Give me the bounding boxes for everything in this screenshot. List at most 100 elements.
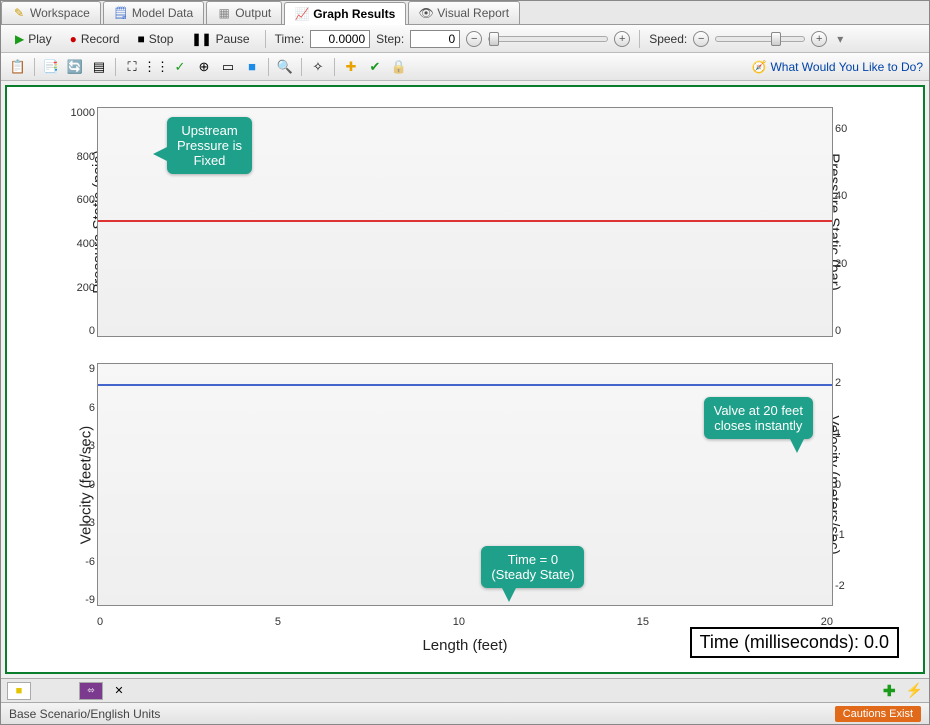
battery-icon: ▭ <box>222 59 234 75</box>
lock-button[interactable]: 🔒 <box>388 56 410 78</box>
tick: -6 <box>57 556 95 568</box>
check-button[interactable]: ✓ <box>169 56 191 78</box>
tick: 0 <box>57 479 95 491</box>
tab-model-data[interactable]: 🗒 Model Data <box>103 1 204 24</box>
record-button[interactable]: ● Record <box>64 29 126 49</box>
tick: -1 <box>835 529 873 541</box>
separator <box>334 58 335 76</box>
pressure-line <box>98 220 832 222</box>
pressure-chart: Pressure Static (psia) Pressure Static (… <box>57 97 873 347</box>
tab-label: Graph Results <box>313 7 395 21</box>
close-bottom-tab[interactable]: ✕ <box>107 682 131 700</box>
scenario-text: Base Scenario/English Units <box>9 707 160 721</box>
lightning-button[interactable]: ⚡ <box>906 682 923 699</box>
tick: 0 <box>835 325 873 337</box>
color-button[interactable]: ■ <box>241 56 263 78</box>
tab-workspace[interactable]: ✎ Workspace <box>1 1 101 24</box>
add-button[interactable]: ✚ <box>340 56 362 78</box>
add-icon: ✚ <box>346 59 357 75</box>
callout-text: Pressure is <box>177 138 242 153</box>
time-display: Time (milliseconds): 0.0 <box>690 627 899 658</box>
tab-label: Model Data <box>132 6 193 20</box>
callout-upstream: Upstream Pressure is Fixed <box>167 117 252 174</box>
tick: 1000 <box>57 107 95 119</box>
tick: 800 <box>57 151 95 163</box>
caution-text: Cautions Exist <box>843 708 913 720</box>
tick: 3 <box>57 440 95 452</box>
step-slider[interactable] <box>488 36 608 42</box>
tab-label: Output <box>235 6 271 20</box>
step-input[interactable] <box>410 30 460 48</box>
tick: -2 <box>835 580 873 592</box>
pause-button[interactable]: ❚❚ Pause <box>185 29 255 49</box>
target-button[interactable]: ⊕ <box>193 56 215 78</box>
apply-button[interactable]: ✔ <box>364 56 386 78</box>
velocity-chart: Velocity (feet/sec) Velocity (meters/sec… <box>57 353 873 616</box>
help-link[interactable]: 🧭 What Would You Like to Do? <box>752 60 924 74</box>
grid-dots-icon: ⋮⋮ <box>143 59 169 75</box>
tab-visual-report[interactable]: 👁 Visual Report <box>408 1 520 24</box>
crop-button[interactable]: ⛶ <box>121 56 143 78</box>
grid-dots-button[interactable]: ⋮⋮ <box>145 56 167 78</box>
plus-icon: + <box>816 33 822 45</box>
magnifier-icon: 🔍 <box>277 59 293 75</box>
speed-slider[interactable] <box>715 36 805 42</box>
tab-output[interactable]: ▦ Output <box>206 1 282 24</box>
tick: 400 <box>57 238 95 250</box>
minus-icon: − <box>698 33 704 45</box>
speed-plus-button[interactable]: + <box>811 31 827 47</box>
tick: 0 <box>57 325 95 337</box>
tick: 60 <box>835 123 873 135</box>
tab-graph-results[interactable]: 📈 Graph Results <box>284 2 406 25</box>
separator <box>301 58 302 76</box>
tick: 9 <box>57 363 95 375</box>
status-bar: Base Scenario/English Units Cautions Exi… <box>1 702 929 724</box>
time-input[interactable] <box>310 30 370 48</box>
tick: 20 <box>835 258 873 270</box>
slider-thumb[interactable] <box>489 32 499 46</box>
dropdown-arrow-icon[interactable]: ▾ <box>837 32 843 46</box>
notes-icon: 🗒 <box>114 6 128 20</box>
velocity-line <box>98 384 832 386</box>
y-ticks-left: 1000 800 600 400 200 0 <box>57 107 95 337</box>
caution-badge[interactable]: Cautions Exist <box>835 706 921 722</box>
bottom-tabs: ■ ⬄ ✕ ✚ ⚡ <box>1 678 929 702</box>
chart-icon: 📈 <box>295 7 309 21</box>
copy-button[interactable]: 📑 <box>40 56 62 78</box>
speed-label: Speed: <box>649 32 687 46</box>
icon-toolbar: 📋 📑 🔄 ▤ ⛶ ⋮⋮ ✓ ⊕ ▭ ■ 🔍 ✧ ✚ ✔ 🔒 🧭 What Wo… <box>1 53 929 81</box>
wand-icon: ✧ <box>313 59 324 75</box>
pause-label: Pause <box>216 32 250 46</box>
stop-button[interactable]: ■ Stop <box>132 29 180 49</box>
bottom-tab-yellow[interactable]: ■ <box>7 682 31 700</box>
callout-text: Valve at 20 feet <box>714 403 803 418</box>
play-button[interactable]: ▶ Play <box>9 29 58 49</box>
list-icon: ▤ <box>93 59 105 75</box>
tab-label: Visual Report <box>437 6 509 20</box>
tick: 0 <box>835 479 873 491</box>
refresh-button[interactable]: 🔄 <box>64 56 86 78</box>
y-ticks-left: 9 6 3 0 -3 -6 -9 <box>57 363 95 606</box>
list-button[interactable]: ▤ <box>88 56 110 78</box>
zoom-button[interactable]: 🔍 <box>274 56 296 78</box>
tick: -3 <box>57 517 95 529</box>
step-minus-button[interactable]: − <box>466 31 482 47</box>
battery-button[interactable]: ▭ <box>217 56 239 78</box>
target-icon: ⊕ <box>199 59 210 75</box>
speed-minus-button[interactable]: − <box>693 31 709 47</box>
help-icon: 🧭 <box>752 60 767 74</box>
play-icon: ▶ <box>15 32 24 46</box>
clipboard-button[interactable]: 📋 <box>7 56 29 78</box>
callout-valve: Valve at 20 feet closes instantly <box>704 397 813 439</box>
stop-label: Stop <box>149 32 174 46</box>
bottom-tab-graph[interactable]: ⬄ <box>79 682 103 700</box>
callout-tail <box>153 146 169 162</box>
separator <box>34 58 35 76</box>
slider-thumb[interactable] <box>771 32 781 46</box>
format-button[interactable]: ✧ <box>307 56 329 78</box>
step-plus-button[interactable]: + <box>614 31 630 47</box>
record-icon: ● <box>70 32 77 46</box>
tick: 5 <box>275 616 281 628</box>
check-icon: ✓ <box>175 59 186 75</box>
add-graph-button[interactable]: ✚ <box>883 682 896 700</box>
